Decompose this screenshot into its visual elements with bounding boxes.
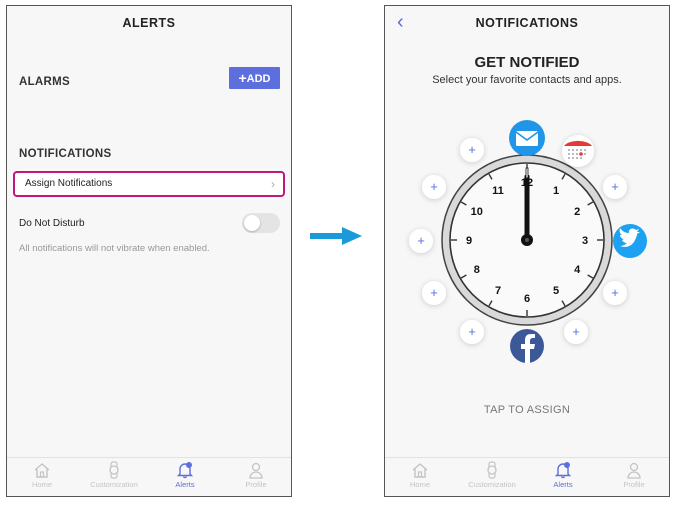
svg-text:+: + [572, 324, 580, 339]
tab-home[interactable]: Home [385, 461, 455, 489]
slot-8[interactable]: + [603, 175, 627, 199]
facebook-icon[interactable] [510, 329, 544, 363]
tab-profile-label: Profile [623, 480, 645, 489]
tab-profile-label: Profile [245, 480, 267, 489]
tab-customization-label: Customization [468, 480, 516, 489]
svg-text:+: + [468, 324, 476, 339]
slot-5[interactable]: + [460, 320, 484, 344]
svg-text:+: + [468, 142, 476, 157]
alarms-section-label: ALARMS [19, 76, 70, 88]
slot-2[interactable]: + [422, 175, 446, 199]
assign-notifications-row[interactable]: Assign Notifications › [13, 171, 285, 197]
tab-home-label: Home [409, 480, 430, 489]
plus-icon: + [238, 70, 247, 86]
bell-icon [554, 462, 572, 479]
bell-icon [176, 462, 194, 479]
page-subtitle: Select your favorite contacts and apps. [432, 74, 622, 86]
tab-customization[interactable]: Customization [457, 461, 527, 489]
minute-hand [524, 175, 530, 241]
chevron-left-icon[interactable]: ‹ [397, 6, 404, 38]
slot-7[interactable]: + [603, 281, 627, 305]
watch-face-assign: + + + + + + + + 121234567891011 [409, 120, 647, 363]
chevron-right-icon: › [271, 177, 275, 191]
slot-4[interactable]: + [422, 281, 446, 305]
tab-alerts[interactable]: Alerts [150, 461, 220, 489]
person-icon [627, 462, 641, 479]
person-icon [249, 462, 263, 479]
clock-number: 3 [582, 235, 588, 247]
clock-number: 2 [574, 206, 580, 218]
add-button-label: ADD [246, 73, 271, 85]
clock-number: 11 [492, 185, 504, 197]
assign-notifications-label: Assign Notifications [25, 178, 113, 189]
header-title: NOTIFICATIONS [475, 16, 579, 30]
notifications-screen: ‹ NOTIFICATIONS GET NOTIFIED Select your… [384, 5, 670, 497]
page-title: GET NOTIFIED [474, 54, 580, 71]
do-not-disturb-label: Do Not Disturb [19, 218, 85, 229]
arrow-right-icon [310, 227, 362, 245]
svg-text:+: + [611, 179, 619, 194]
header-bar: ‹ NOTIFICATIONS [385, 6, 669, 40]
alerts-screen: ALERTS ALARMS +ADD NOTIFICATIONS Assign … [6, 5, 292, 497]
tab-home-label: Home [31, 480, 52, 489]
mail-icon[interactable] [509, 120, 545, 156]
svg-text:+: + [417, 233, 425, 248]
do-not-disturb-toggle[interactable] [242, 213, 280, 233]
add-alarm-button[interactable]: +ADD [229, 67, 280, 89]
svg-text:+: + [430, 285, 438, 300]
tab-customization-label: Customization [90, 480, 138, 489]
twitter-icon[interactable] [613, 224, 647, 258]
watch-icon [487, 461, 497, 479]
tab-alerts-label: Alerts [553, 480, 573, 489]
svg-text:+: + [611, 285, 619, 300]
clock-number: 8 [474, 264, 480, 276]
toggle-knob [244, 215, 260, 231]
tab-alerts-label: Alerts [175, 480, 195, 489]
header-title: ALERTS [122, 16, 176, 30]
tab-profile[interactable]: Profile [599, 461, 669, 489]
notifications-section-label: NOTIFICATIONS [19, 148, 112, 160]
tab-bar: Home Customization Alerts Profile [385, 457, 669, 496]
clock-number: 4 [574, 264, 581, 276]
do-not-disturb-note: All notifications will not vibrate when … [19, 243, 210, 254]
hand-tip [525, 167, 529, 179]
tap-to-assign-label[interactable]: TAP TO ASSIGN [385, 404, 669, 416]
slot-3[interactable]: + [409, 229, 433, 253]
tab-home[interactable]: Home [7, 461, 77, 489]
clock-number: 5 [553, 285, 559, 297]
slot-1[interactable]: + [460, 138, 484, 162]
calendar-icon[interactable] [562, 135, 594, 167]
home-icon [34, 463, 50, 478]
svg-text:+: + [430, 179, 438, 194]
clock-number: 1 [553, 185, 559, 197]
tab-customization[interactable]: Customization [79, 461, 149, 489]
slot-6[interactable]: + [564, 320, 588, 344]
clock-number: 10 [471, 206, 483, 218]
tab-alerts[interactable]: Alerts [528, 461, 598, 489]
clock-number: 6 [524, 293, 530, 305]
watch-icon [109, 461, 119, 479]
clock-number: 9 [466, 235, 472, 247]
home-icon [412, 463, 428, 478]
tab-bar: Home Customization Alerts Profile [7, 457, 291, 496]
tab-profile[interactable]: Profile [221, 461, 291, 489]
clock-number: 7 [495, 285, 501, 297]
